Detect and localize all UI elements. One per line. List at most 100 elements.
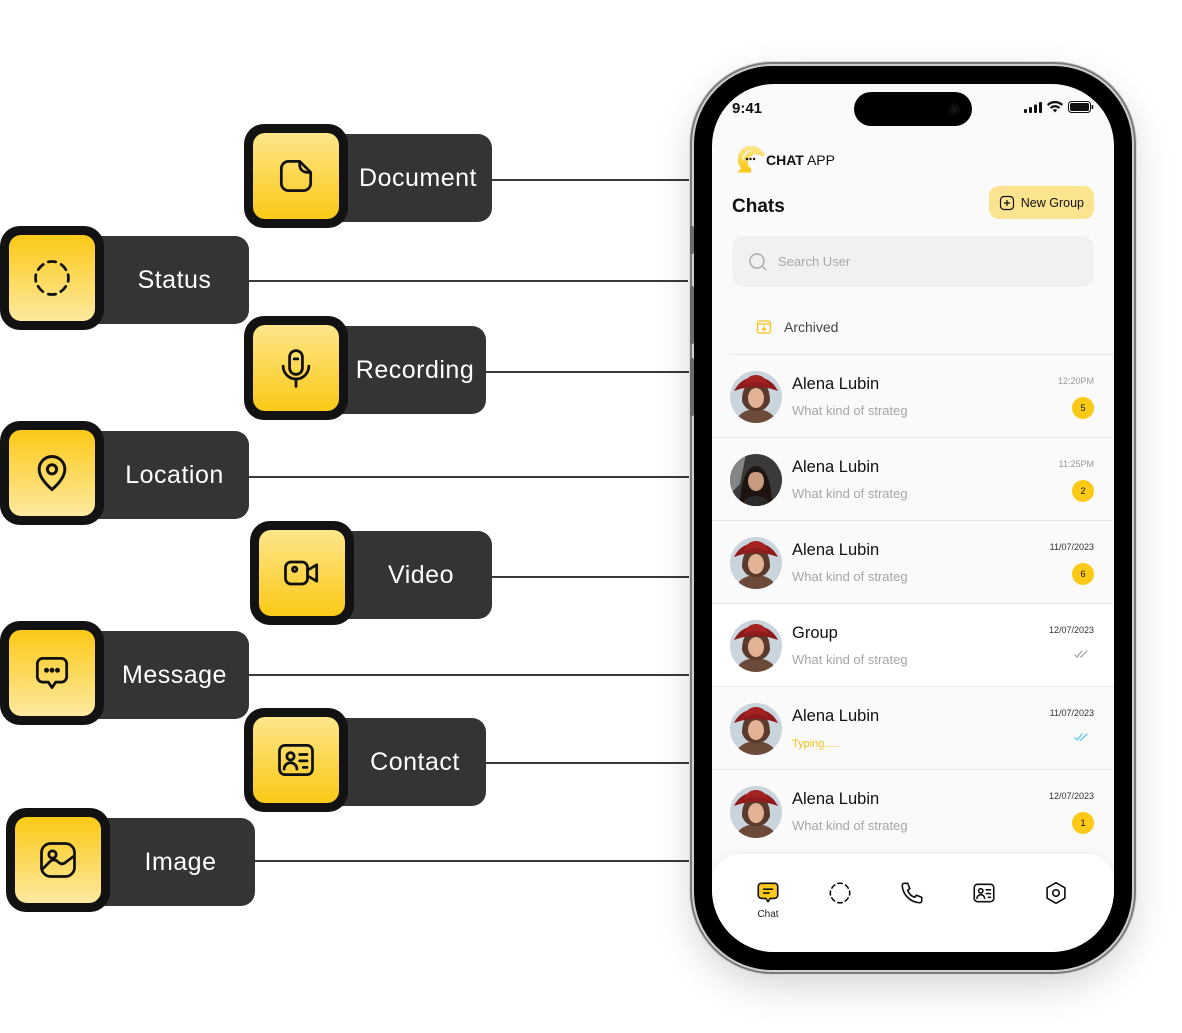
- unread-badge: 1: [1072, 812, 1094, 834]
- search-input[interactable]: [778, 254, 1038, 269]
- chat-list-item[interactable]: Alena Lubin What kind of strateg 12/07/2…: [712, 770, 1114, 853]
- chat-list: Alena Lubin What kind of strateg 12:20PM…: [712, 355, 1114, 853]
- settings-icon: [1046, 881, 1066, 905]
- connector-line: [244, 674, 694, 676]
- unread-badge: 5: [1072, 397, 1094, 419]
- chat-name: Alena Lubin: [792, 790, 880, 808]
- contact-card-icon: [973, 883, 995, 903]
- delivered-double-check-icon: [1074, 650, 1088, 658]
- avatar: [730, 786, 782, 838]
- chat-list-item[interactable]: Alena Lubin Typing..... 11/07/2023: [712, 687, 1114, 770]
- chat-time: 11:25PM: [1058, 459, 1094, 469]
- cellular-signal-icon: [1024, 101, 1042, 113]
- video-camera-icon: [284, 560, 319, 586]
- volume-down-button: [690, 358, 694, 416]
- tab-label: Chat: [757, 909, 779, 920]
- chat-icon: [757, 882, 779, 903]
- app-name: CHAT APP: [766, 152, 835, 168]
- page-title: Chats: [732, 196, 785, 217]
- plus-square-icon: [999, 195, 1014, 210]
- avatar-photo: [730, 620, 782, 672]
- chat-time: 12:20PM: [1057, 376, 1094, 386]
- chat-list-item[interactable]: Group What kind of strateg 12/07/2023: [712, 604, 1114, 687]
- tab-chat[interactable]: Chat: [748, 880, 788, 920]
- dynamic-island: [854, 92, 972, 126]
- avatar-photo: [730, 454, 782, 506]
- search-icon: [749, 252, 767, 270]
- battery-icon: [1068, 101, 1094, 113]
- chat-list-item[interactable]: Alena Lubin What kind of strateg 12:20PM…: [712, 355, 1114, 438]
- feature-label: Recording: [355, 355, 475, 384]
- status-icon: [34, 260, 70, 296]
- chat-preview: What kind of strateg: [792, 652, 908, 667]
- action-button: [690, 226, 694, 254]
- chat-date: 12/07/2023: [1048, 625, 1094, 635]
- chat-preview: What kind of strateg: [792, 569, 908, 584]
- volume-up-button: [690, 286, 694, 344]
- archived-label: Archived: [784, 319, 839, 335]
- phone-mockup: 9:41 CHAT APP Chats New Group Archived: [690, 66, 1132, 970]
- tab-settings[interactable]: [1036, 880, 1076, 906]
- avatar: [730, 371, 782, 423]
- avatar: [730, 620, 782, 672]
- feature-icon-tile: [244, 124, 348, 228]
- chat-date: 11/07/2023: [1049, 708, 1094, 718]
- new-group-button[interactable]: New Group: [988, 186, 1094, 219]
- feature-icon-tile: [250, 521, 354, 625]
- connector-line: [244, 476, 692, 478]
- front-camera: [948, 103, 960, 115]
- new-group-label: New Group: [1020, 195, 1084, 210]
- chat-preview: What kind of strateg: [792, 818, 908, 833]
- feature-icon-tile: [244, 708, 348, 812]
- feature-label: Message: [122, 660, 227, 689]
- avatar: [730, 454, 782, 506]
- typing-indicator: Typing.....: [792, 738, 840, 750]
- app-logo: CHAT APP: [738, 146, 835, 174]
- search-bar[interactable]: [732, 236, 1094, 287]
- feature-label: Contact: [370, 747, 460, 776]
- microphone-icon: [281, 349, 311, 388]
- tab-calls[interactable]: [892, 880, 932, 906]
- archive-icon: [756, 320, 772, 334]
- feature-icon-tile: [0, 421, 104, 525]
- status-icon: [829, 882, 851, 904]
- chat-date: 11/07/2023: [1049, 542, 1094, 552]
- avatar-photo: [730, 703, 782, 755]
- connector-line: [244, 280, 688, 282]
- message-bubble-icon: [35, 656, 69, 690]
- contact-card-icon: [278, 743, 314, 777]
- chat-name: Group: [792, 624, 838, 642]
- archived-row[interactable]: Archived: [756, 319, 838, 335]
- status-icons: [1024, 101, 1094, 113]
- read-double-check-icon: [1074, 733, 1088, 741]
- chat-name: Alena Lubin: [792, 707, 880, 725]
- feature-label: Image: [144, 847, 217, 876]
- feature-icon-tile: [244, 316, 348, 420]
- unread-badge: 6: [1072, 563, 1094, 585]
- document-icon: [279, 159, 313, 193]
- tab-status[interactable]: [820, 880, 860, 906]
- chat-date: 12/07/2023: [1048, 791, 1094, 801]
- avatar: [730, 703, 782, 755]
- feature-label: Status: [137, 265, 212, 294]
- phone-icon: [901, 882, 923, 904]
- tab-contacts[interactable]: [964, 880, 1004, 906]
- chat-list-item[interactable]: Alena Lubin What kind of strateg 11:25PM…: [712, 438, 1114, 521]
- feature-icon-tile: [0, 226, 104, 330]
- chat-preview: What kind of strateg: [792, 403, 908, 418]
- chat-logo-icon: [738, 146, 764, 173]
- avatar-photo: [730, 371, 782, 423]
- feature-icon-tile: [0, 621, 104, 725]
- avatar-photo: [730, 537, 782, 589]
- chat-name: Alena Lubin: [792, 375, 880, 393]
- chat-list-item[interactable]: Alena Lubin What kind of strateg 11/07/2…: [712, 521, 1114, 604]
- chat-name: Alena Lubin: [792, 458, 880, 476]
- chat-name: Alena Lubin: [792, 541, 880, 559]
- chat-preview: What kind of strateg: [792, 486, 908, 501]
- feature-label: Video: [388, 560, 454, 589]
- avatar: [730, 537, 782, 589]
- status-time: 9:41: [732, 100, 763, 117]
- phone-screen: 9:41 CHAT APP Chats New Group Archived: [712, 84, 1114, 952]
- location-pin-icon: [37, 455, 67, 492]
- feature-label: Document: [359, 163, 477, 192]
